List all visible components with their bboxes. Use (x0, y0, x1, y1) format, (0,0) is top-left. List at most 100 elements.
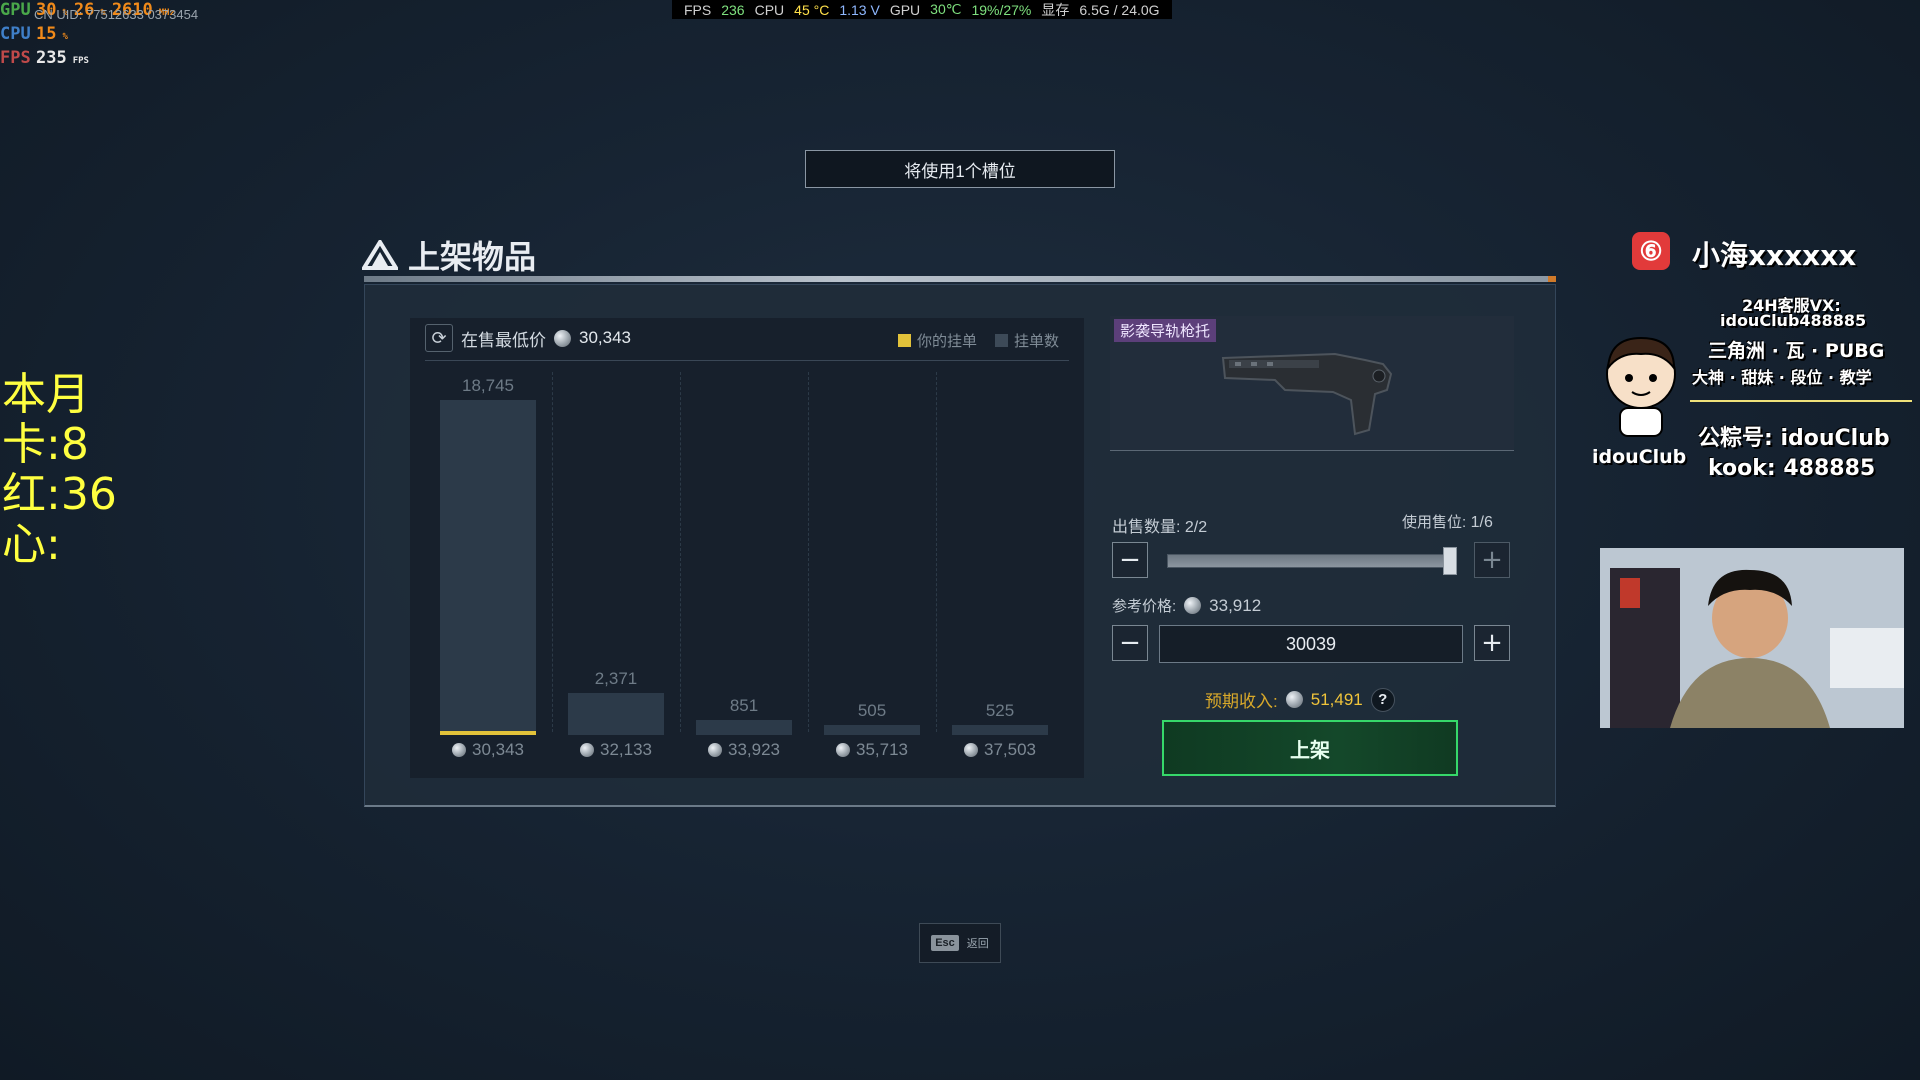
sell-quantity: 出售数量: 2/2 (1112, 513, 1207, 537)
chart-price-tick: 32,133 (552, 740, 680, 760)
club-label: idouClub (1592, 446, 1687, 468)
refresh-icon: ⟳ (431, 327, 447, 348)
osd-fps-label: FPS (0, 48, 31, 68)
stream-stat-line: 红:36 (2, 469, 117, 520)
lowest-price-label: 在售最低价 (461, 330, 546, 350)
chart-price-label: 32,133 (600, 740, 652, 759)
list-item-button[interactable]: 上架 (1162, 720, 1458, 776)
osd-fps-value: 235 (36, 48, 67, 68)
coin-icon (836, 743, 850, 757)
chart-price-label: 33,923 (728, 740, 780, 759)
chart-price-label: 37,503 (984, 740, 1036, 759)
coin-icon (580, 743, 594, 757)
monitor-vram: 6.5G / 24.0G (1079, 1, 1160, 18)
stream-stat-line: 心: (2, 519, 61, 570)
sell-quantity-label: 出售数量: (1112, 519, 1181, 536)
panel-title: 上架物品 (408, 239, 537, 275)
price-decrease-button[interactable]: − (1112, 625, 1148, 661)
streamer-avatar (1606, 336, 1676, 437)
quantity-slider-handle[interactable] (1443, 547, 1457, 575)
coin-icon (1184, 597, 1202, 614)
chart-bar (824, 725, 920, 735)
streamer-divider (1690, 400, 1912, 402)
panel-header: 上架物品 (362, 232, 536, 278)
streamer-name: 小海xxxxxx (1692, 239, 1857, 272)
chart-value-label: 2,371 (594, 669, 638, 688)
esc-key-icon: Esc (931, 935, 959, 951)
chart-value-label: 18,745 (462, 376, 514, 395)
streamer-kook: kook: 488885 (1708, 456, 1876, 481)
monitor-cpu-label: CPU (754, 1, 785, 18)
esc-back-button[interactable]: Esc 返回 (919, 923, 1001, 963)
chart-bar-mine (440, 731, 536, 735)
chart-gridline (808, 372, 810, 732)
lowest-price-value: 30,343 (579, 328, 631, 347)
streamer-games: 三角洲 · 瓦 · PUBG (1708, 340, 1885, 362)
monitor-cpu-temp: 45 °C (794, 1, 830, 18)
stream-stats-overlay: 本月 卡:8 红:36 心: (2, 370, 117, 570)
monitor-gpu-load: 19%/27% (971, 1, 1032, 18)
quantity-decrease-button[interactable]: − (1112, 542, 1148, 578)
coin-icon (554, 329, 571, 347)
coin-icon (964, 743, 978, 757)
refresh-button[interactable]: ⟳ (425, 324, 453, 352)
chart-value-label: 851 (729, 696, 759, 715)
sell-quantity-value: 2/2 (1184, 519, 1208, 536)
header-divider (364, 276, 1556, 282)
sell-slot-usage: 使用售位: 1/6 (1402, 511, 1493, 532)
expected-income-value: 51,491 (1310, 689, 1363, 709)
osd-cpu-unit: % (62, 32, 68, 42)
quantity-increase-button[interactable]: + (1474, 542, 1510, 578)
expected-income: 预期收入: 51,491 ? (1205, 687, 1395, 712)
netease-music-logo-icon: ⑥ (1632, 232, 1670, 270)
legend-swatch-mine (898, 334, 911, 347)
chart-value-label: 525 (985, 701, 1015, 720)
reference-price-label: 参考价格: (1112, 598, 1177, 615)
streamer-wechat: idouClub488885 (1720, 311, 1867, 330)
monitor-fps: 236 (721, 1, 745, 18)
chart-divider (425, 360, 1069, 361)
osd-cpu-usage: 15 (36, 24, 57, 44)
price-increase-button[interactable]: + (1474, 625, 1510, 661)
monitor-fps-label: FPS (684, 1, 712, 18)
help-icon[interactable]: ? (1370, 687, 1395, 712)
stream-stat-line: 卡:8 (2, 419, 89, 470)
price-input[interactable]: 30039 (1159, 625, 1463, 663)
chart-legend: 你的挂单 挂单数 (898, 330, 1059, 351)
hardware-monitor-bar: FPS 236 CPU 45 °C 1.13 V GPU 30℃ 19%/27%… (672, 0, 1172, 19)
item-name: 影袭导轨枪托 (1114, 319, 1217, 342)
legend-mine: 你的挂单 (898, 330, 977, 351)
webcam-feed (1600, 548, 1904, 728)
legend-count-label: 挂单数 (1014, 333, 1060, 350)
chart-bar (952, 725, 1048, 735)
chart-gridline (552, 372, 554, 732)
webcam-image (1600, 548, 1904, 728)
uid-watermark: CN UID: 77512633 0373454 (34, 7, 199, 22)
chart-bar (568, 693, 664, 735)
monitor-cpu-volt: 1.13 V (839, 1, 880, 18)
header-accent (1548, 276, 1556, 282)
osd-cpu-label: CPU (0, 24, 31, 44)
slot-usage-notice: 将使用1个槽位 (805, 150, 1115, 188)
quantity-slider[interactable] (1167, 554, 1457, 568)
coin-icon (1285, 691, 1303, 708)
chart-price-tick: 37,503 (936, 740, 1064, 760)
osd-fps-unit: FPS (72, 56, 89, 66)
chart-price-tick: 35,713 (808, 740, 936, 760)
monitor-gpu-label: GPU (889, 1, 921, 18)
chart-value-label: 505 (857, 701, 887, 720)
legend-count: 挂单数 (995, 330, 1059, 351)
coin-icon (708, 743, 722, 757)
reference-price-value: 33,912 (1209, 595, 1262, 615)
monitor-vram-label: 显存 (1041, 1, 1070, 18)
legend-swatch-count (995, 334, 1009, 347)
chart-price-tick: 30,343 (424, 740, 552, 760)
streamer-public-account: 公粽号: idouClub (1698, 426, 1890, 451)
sell-slot-value: 1/6 (1470, 514, 1493, 531)
coin-icon (452, 743, 466, 757)
rail-stock-icon (1221, 352, 1393, 436)
sell-slot-label: 使用售位: (1402, 514, 1467, 531)
legend-mine-label: 你的挂单 (917, 333, 978, 350)
chart-bar (440, 400, 536, 735)
osd-gpu-label: GPU (0, 0, 31, 20)
